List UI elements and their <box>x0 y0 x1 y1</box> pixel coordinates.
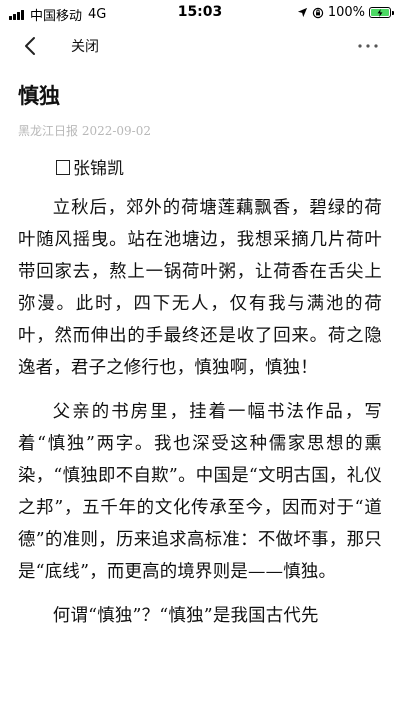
article-author: 张锦凯 <box>18 154 382 184</box>
author-box-glyph <box>56 160 70 175</box>
more-button[interactable] <box>354 34 382 58</box>
article-paragraph-3: 何谓“慎独”？“慎独”是我国古代先 <box>52 606 319 626</box>
close-button[interactable]: 关闭 <box>71 36 99 56</box>
more-dots-icon <box>358 44 378 48</box>
status-bar: 中国移动 4G 15:03 100% <box>0 0 400 24</box>
nav-bar: 关闭 <box>0 24 400 68</box>
location-arrow-icon <box>297 7 308 18</box>
article-paragraph-2: 父亲的书房里，挂着一幅书法作品，写着“慎独”两字。我也深受这种儒家思想的熏染，“… <box>18 402 382 582</box>
article: 慎独 黑龙江日报 2022-09-02 张锦凯 立秋后，郊外的荷塘莲藕飘香，碧绿… <box>18 78 382 632</box>
battery-icon <box>369 7 394 18</box>
article-title: 慎独 <box>18 84 60 108</box>
status-right: 100% <box>297 5 394 20</box>
article-paragraph-1: 立秋后，郊外的荷塘莲藕飘香，碧绿的荷叶随风摇曳。站在池塘边，我想采摘几片荷叶带回… <box>18 198 382 378</box>
battery-percent: 100% <box>327 5 365 20</box>
article-meta: 黑龙江日报 2022-09-02 <box>18 124 152 138</box>
back-button[interactable] <box>18 34 42 58</box>
orientation-lock-icon <box>312 7 324 19</box>
chevron-left-icon <box>25 37 35 55</box>
author-name: 张锦凯 <box>73 159 124 179</box>
